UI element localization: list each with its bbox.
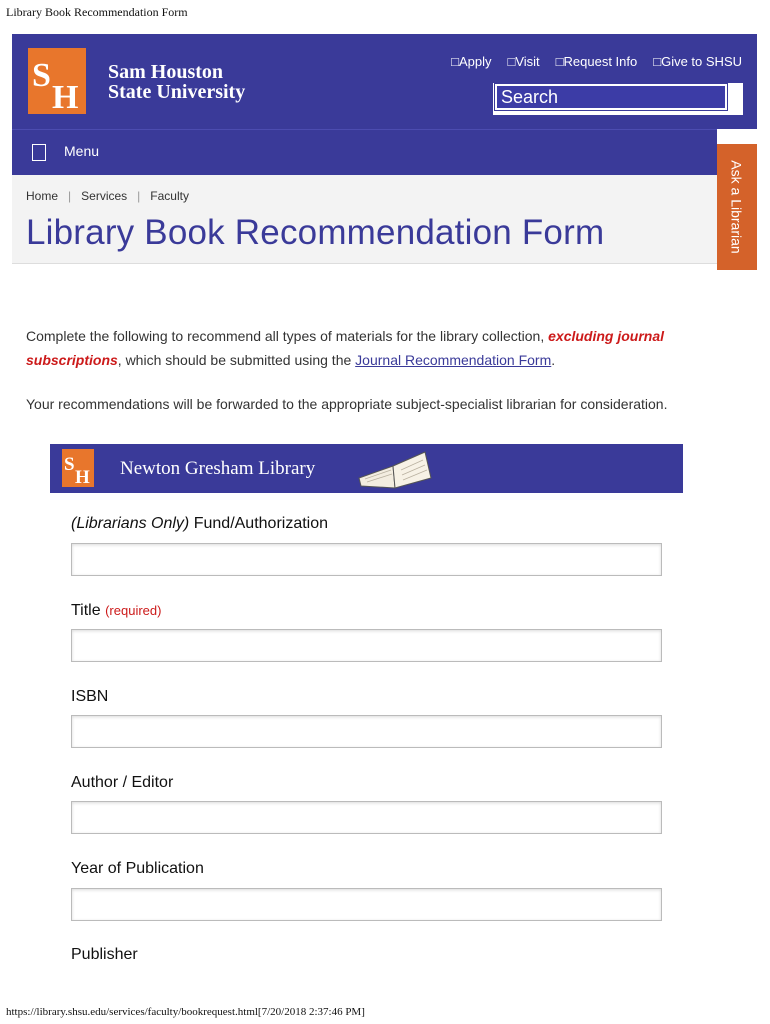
shsu-logo-small: S H [62,449,94,487]
breadcrumb-separator: | [68,189,72,203]
ask-a-librarian-tab[interactable]: Ask a Librarian [717,144,757,270]
breadcrumb: Home | Services | Faculty [26,189,189,203]
university-name[interactable]: Sam Houston State University [108,62,245,102]
page-title: Library Book Recommendation Form [26,213,605,252]
author-editor-input[interactable] [71,801,662,834]
author-editor-label: Author / Editor [71,774,174,791]
fund-authorization-input[interactable] [71,543,662,576]
apply-link[interactable]: □Apply [451,54,491,69]
svg-text:H: H [52,79,78,114]
library-banner: S H Newton Gresham Library [50,444,683,493]
search-container [493,83,743,115]
intro-p1-end: . [551,352,556,368]
intro-p1-mid: , which should be submitted using the [117,352,352,368]
fund-authorization-label: (Librarians Only) Fund/Authorization [71,515,328,533]
title-label: Title (required) [71,602,161,620]
required-note: (required) [105,603,162,618]
give-link[interactable]: □Give to SHSU [653,54,742,69]
request-info-link[interactable]: □Request Info [556,54,638,69]
year-of-publication-input[interactable] [71,888,662,921]
svg-text:S: S [64,454,75,475]
intro-paragraph-1: Complete the following to recommend all … [26,324,736,372]
university-name-line1: Sam Houston [108,61,224,83]
isbn-input[interactable] [71,715,662,748]
title-label-text: Title [71,602,101,619]
title-input[interactable] [71,629,662,662]
print-header: Library Book Recommendation Form [6,5,188,19]
svg-text:H: H [75,467,90,487]
menu-label[interactable]: Menu [64,143,99,159]
publisher-label: Publisher [71,946,138,963]
year-of-publication-label: Year of Publication [71,860,204,877]
fund-authorization-text: Fund/Authorization [193,515,329,532]
librarians-only-note: (Librarians Only) [71,515,190,532]
library-name: Newton Gresham Library [120,458,316,479]
journal-recommendation-link[interactable]: Journal Recommendation Form [355,352,551,368]
menu-icon[interactable] [32,144,46,161]
breadcrumb-faculty[interactable]: Faculty [150,189,189,203]
ask-a-librarian-label: Ask a Librarian [729,160,746,254]
university-name-line2: State University [108,81,246,103]
visit-link[interactable]: □Visit [507,54,539,69]
title-band: Home | Services | Faculty Library Book R… [12,175,717,264]
isbn-label: ISBN [71,688,109,705]
svg-text:S: S [32,57,51,94]
open-book-icon [358,451,432,489]
breadcrumb-home[interactable]: Home [26,189,58,203]
search-input[interactable] [494,83,728,111]
shsu-logo[interactable]: S H [28,48,86,114]
menu-bar[interactable]: Menu [12,129,717,176]
utility-links: □Apply □Visit □Request Info □Give to SHS… [451,54,742,69]
intro-text: Complete the following to recommend all … [26,324,736,436]
intro-p1-start: Complete the following to recommend all … [26,328,545,344]
print-footer: https://library.shsu.edu/services/facult… [6,1006,365,1018]
breadcrumb-separator: | [137,189,141,203]
intro-paragraph-2: Your recommendations will be forwarded t… [26,396,668,412]
breadcrumb-services[interactable]: Services [81,189,127,203]
